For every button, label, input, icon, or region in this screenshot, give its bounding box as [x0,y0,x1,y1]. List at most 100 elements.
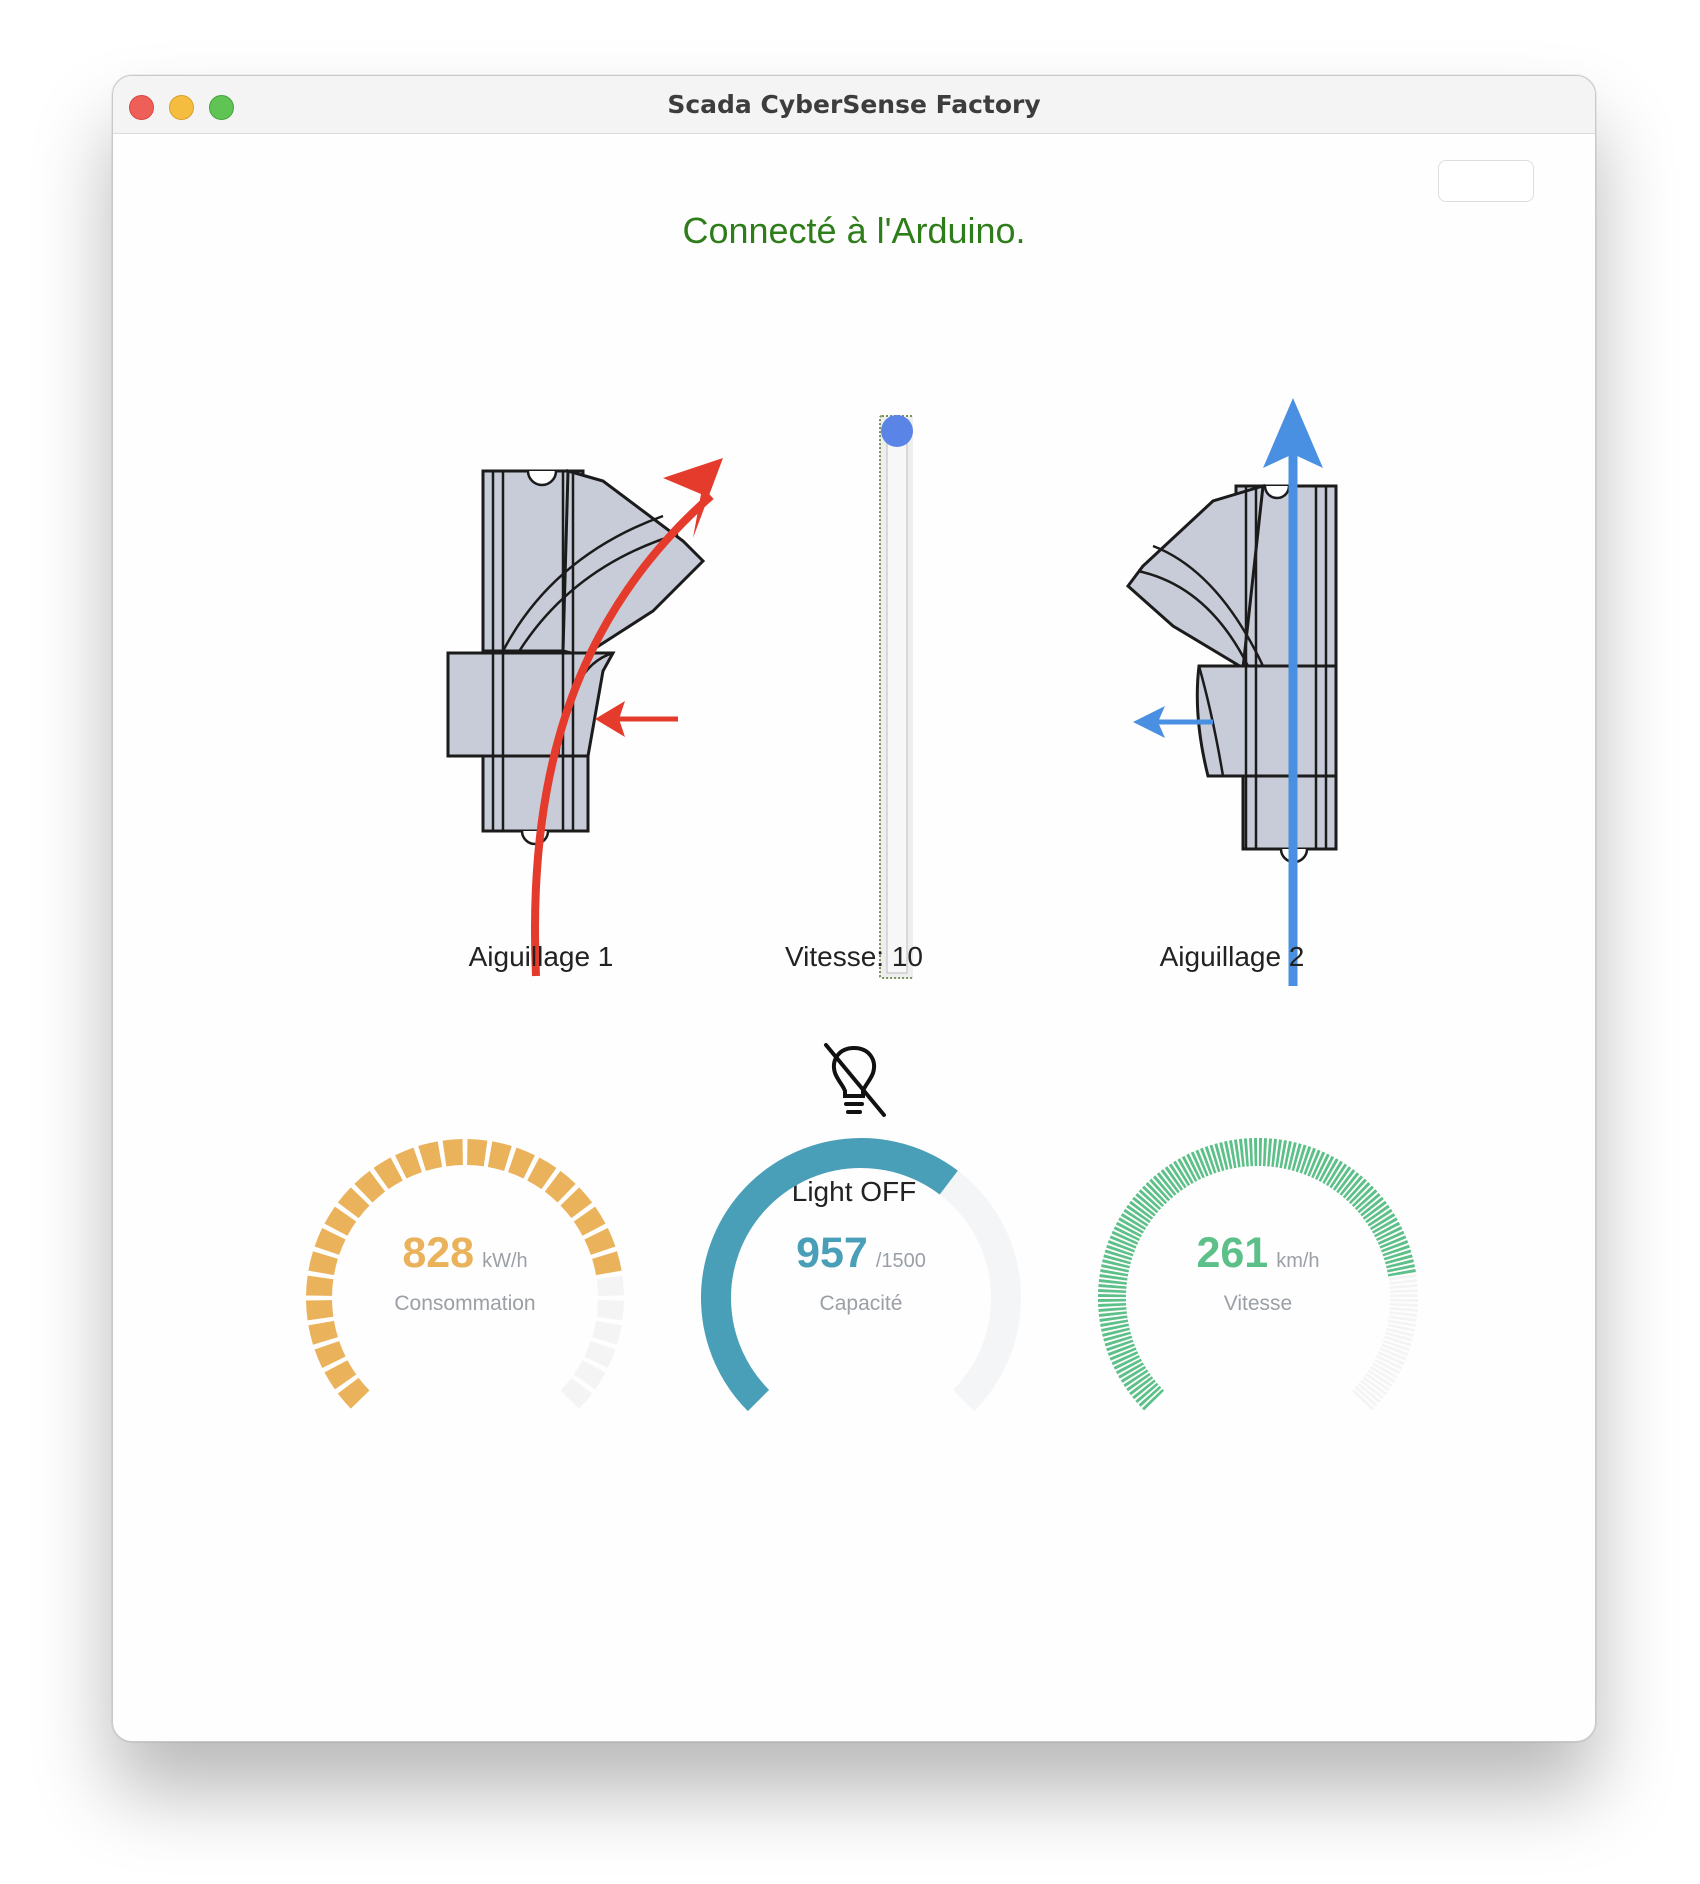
switch-1-label: Aiguillage 1 [468,941,614,972]
speed-gauge-value: 261 km/h [1098,1229,1418,1278]
speed-gauge-segment [1186,1153,1202,1181]
speed-gauge-segment [1329,1163,1348,1189]
corner-button[interactable] [1438,160,1534,202]
consumption-gauge-segment [560,1377,593,1409]
speed-gauge-segment [1303,1147,1316,1175]
speed-gauge-segment [1386,1327,1414,1337]
speed-gauge-segment [1200,1147,1213,1175]
speed-gauge-segment [1118,1217,1144,1234]
speed-gauge-segment [1372,1217,1398,1234]
speed-gauge-segment [1102,1327,1130,1337]
speed-gauge-segment [1173,1160,1191,1187]
speed-gauge-segment [1372,1362,1398,1379]
speed-slider[interactable] [833,341,913,991]
slider-thumb[interactable] [881,415,913,447]
speed-gauge-segment [1307,1149,1321,1177]
speed-gauge-segment [1381,1343,1409,1356]
speed-gauge-segment [1384,1331,1413,1342]
speed-gauge-segment [1362,1200,1387,1220]
consumption-gauge-segment [573,1360,606,1390]
speed-gauge-segment [1375,1354,1403,1370]
speed-gauge-segment [1325,1160,1343,1187]
speed-gauge-segment [1142,1388,1165,1411]
speed-gauge-segment [1123,1369,1149,1388]
speed-gauge-segment [1118,1362,1144,1379]
speed-gauge-segment [1126,1372,1151,1392]
consumption-gauge-segment [466,1139,488,1167]
speed-gauge-unit: km/h [1276,1250,1320,1272]
speed-gauge-segment [1145,1182,1168,1205]
speed-gauge-segment [1181,1155,1198,1182]
speed-gauge-segment [1111,1351,1139,1366]
speed-gauge-segment [1360,1196,1384,1217]
consumption-number: 828 [402,1229,475,1277]
speed-gauge-segment [1135,1382,1159,1404]
title-bar: Scada CyberSense Factory [113,76,1595,134]
speed-gauge-segment [1283,1141,1292,1170]
consumption-gauge-segment [337,1377,370,1409]
consumption-gauge-segment [584,1340,616,1368]
speed-gauge-segment [1149,1178,1171,1202]
speed-gauge-segment [1190,1151,1205,1179]
speed-gauge-segment [1120,1365,1147,1383]
capacity-number: 957 [796,1229,868,1277]
consumption-value: 828 kW/h [305,1229,625,1278]
speed-gauge-number: 261 [1196,1229,1269,1277]
window-title: Scada CyberSense Factory [667,90,1041,119]
speed-gauge-segment [1339,1172,1360,1196]
speed-gauge-segment [1322,1158,1339,1184]
speed-gauge-segment [1101,1323,1130,1332]
speed-gauge-segment [1135,1192,1159,1214]
speed-gauge-segment [1351,1388,1374,1411]
speed-gauge-segment [1103,1331,1132,1342]
speed-gauge-segment [1115,1358,1142,1375]
consumption-gauge-segment [395,1147,423,1179]
consumption-gauge-segment [544,1170,576,1203]
speed-gauge-segment [1107,1343,1135,1356]
speed-label: Vitesse: 10 [784,941,924,972]
capacity-unit: /1500 [875,1250,926,1272]
consumption-gauge-segment [507,1147,535,1179]
speed-gauge-segment [1104,1335,1133,1347]
speed-gauge-segment [1156,1172,1177,1196]
capacity-label: Capacité [819,1292,903,1315]
speed-gauge-segment [1362,1376,1387,1396]
speed-gauge-segment [1348,1182,1371,1205]
speed-gauge-segment [1354,1385,1378,1407]
speed-gauge-segment [1129,1200,1154,1220]
switch-1-image[interactable] [333,366,753,1006]
speed-gauge-segment [1126,1204,1151,1224]
consumption-gauge-segment [560,1187,593,1219]
speed-gauge-segment [1382,1339,1410,1352]
speed-gauge-segment [1377,1351,1405,1366]
speed-gauge-segment [1314,1153,1330,1181]
consumption-gauge-segment [373,1157,403,1190]
speed-gauge-segment [1318,1155,1335,1182]
consumption-gauge-segment [354,1170,386,1203]
switch-2-image[interactable] [1113,346,1493,1006]
speed-gauge-segment [1209,1144,1221,1173]
speed-gauge-segment [1132,1379,1156,1400]
speed-gauge-segment [1360,1379,1384,1400]
speed-gauge-segment [1152,1175,1174,1199]
speed-gauge-segment [1204,1146,1217,1174]
speed-gauge-segment [1291,1143,1302,1172]
consumption-gauge-segment [592,1320,622,1345]
speed-gauge-segment [1351,1185,1374,1208]
consumption-gauge-segment [573,1206,606,1236]
speed-gauge-segment [1177,1158,1194,1184]
speed-gauge-segment [1365,1204,1390,1224]
speed-gauge-segment [1365,1372,1390,1392]
speed-gauge-segment [1109,1347,1137,1361]
speed-gauge-segment [1342,1175,1364,1199]
speed-gauge-segment [1219,1142,1229,1170]
speed-gauge-segment [1345,1178,1367,1202]
speed-gauge-segment [1367,1369,1393,1388]
consumption-gauge-segment [337,1187,370,1219]
connection-status: Connecté à l'Arduino. [682,210,1026,251]
speed-gauge-segment [1164,1166,1184,1191]
speed-gauge-segment [1357,1382,1381,1404]
speed-gauge-segment [1295,1144,1307,1173]
speed-gauge-segment [1336,1169,1356,1194]
speed-gauge-segment [1311,1151,1326,1179]
